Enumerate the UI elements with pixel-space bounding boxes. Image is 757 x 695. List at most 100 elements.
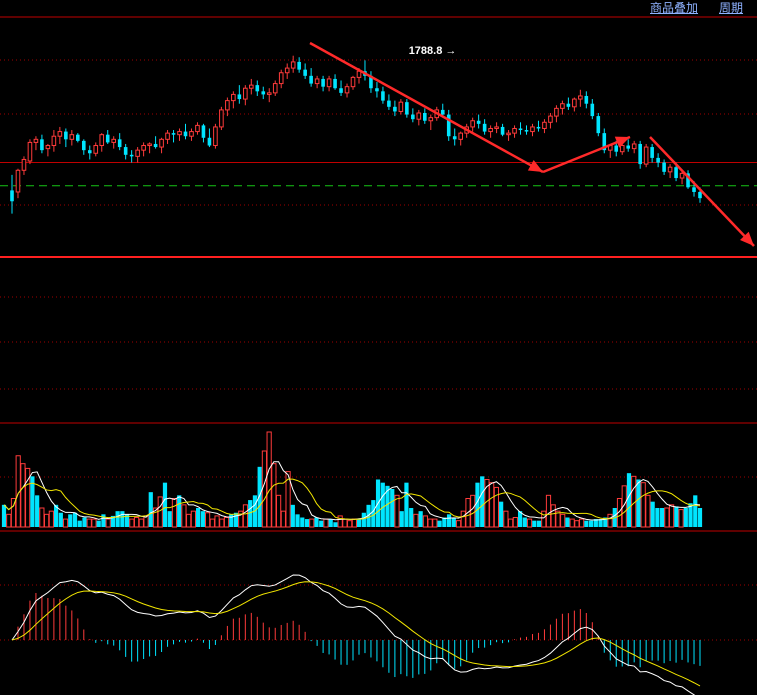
candle-body-up	[27, 141, 33, 162]
volume-bar	[58, 512, 63, 527]
volume-bar	[190, 510, 196, 528]
overlay-commodity-link[interactable]: 商品叠加	[650, 0, 698, 16]
candle-body-up	[494, 126, 499, 129]
volume-bar	[650, 501, 655, 527]
volume-bar	[413, 513, 419, 528]
volume-bar	[645, 494, 651, 528]
volume-ma-short	[3, 461, 701, 521]
volume-bar	[133, 517, 140, 528]
volume-bar	[233, 512, 239, 527]
volume-bar	[333, 522, 338, 527]
volume-bar	[451, 517, 456, 527]
trend-arrow-down-1	[309, 41, 544, 174]
volume-bar	[560, 513, 566, 528]
candle-body-down	[339, 88, 343, 93]
candle-body-up	[458, 132, 463, 140]
candle-body-up	[159, 138, 164, 148]
volume-bar	[314, 517, 319, 527]
volume-bar	[35, 495, 40, 527]
candle-body-up	[506, 132, 511, 136]
volume-bar	[280, 510, 286, 528]
candle-body-up	[15, 169, 21, 193]
candle-body-up	[619, 145, 625, 153]
volume-bar	[655, 508, 660, 527]
volume-bar	[418, 511, 423, 527]
candle-body-down	[183, 131, 188, 137]
candle-body-up	[344, 86, 350, 94]
volume-bar	[640, 482, 646, 528]
candle-body-up	[578, 95, 583, 100]
candle-body-up	[314, 78, 320, 85]
candle-body-up	[141, 145, 146, 151]
candle-body-down	[536, 126, 541, 129]
volume-bar	[678, 509, 684, 528]
candle-body-up	[542, 121, 547, 129]
volume-bar	[86, 518, 92, 528]
volume-bar	[257, 466, 262, 527]
volume-bar	[276, 494, 282, 528]
candle-body-down	[452, 136, 457, 140]
candle-body-down	[237, 94, 242, 100]
volume-bar	[219, 518, 225, 528]
volume-bar	[480, 476, 485, 527]
period-link[interactable]: 周期	[719, 0, 743, 16]
candle-body-up	[488, 127, 493, 133]
candle-body-down	[596, 116, 601, 134]
candle-body-up	[243, 87, 248, 100]
volume-bar	[295, 514, 300, 527]
volume-bar	[129, 518, 135, 528]
volume-bar	[508, 518, 514, 528]
candle-body-up	[290, 61, 296, 69]
candle-body-up	[554, 107, 559, 117]
volume-bar	[351, 518, 357, 528]
candle-body-down	[476, 120, 481, 124]
candle-body-up	[249, 84, 254, 89]
candle-body-up	[428, 117, 434, 122]
candle-body-up	[284, 67, 290, 74]
volume-bar	[422, 515, 428, 528]
volume-bar	[446, 514, 452, 527]
candle-body-down	[393, 106, 397, 112]
volume-bar	[309, 518, 315, 528]
candle-body-down	[153, 143, 158, 148]
trend-arrow-down-2	[649, 136, 755, 247]
volume-bar	[342, 518, 348, 528]
volume-bar	[545, 494, 552, 528]
candle-body-down	[423, 113, 427, 121]
candle-body-up	[51, 135, 57, 147]
volume-bar	[209, 518, 215, 528]
candle-body-up	[33, 138, 39, 143]
candle-body-down	[674, 167, 678, 179]
volume-bar	[489, 482, 495, 528]
candle-body-up	[231, 93, 236, 102]
volume-bar	[266, 431, 272, 528]
candle-body-up	[21, 158, 27, 171]
candle-body-down	[76, 134, 80, 141]
volume-bar	[223, 517, 230, 528]
candle-body-up	[69, 134, 75, 140]
candle-body-up	[165, 132, 170, 140]
volume-bar	[550, 504, 556, 528]
volume-bar	[290, 504, 295, 527]
candle-body-down	[40, 139, 44, 151]
volume-bar	[115, 511, 120, 527]
volume-bar	[361, 512, 366, 527]
candle-body-up	[470, 120, 475, 128]
volume-bar	[96, 520, 101, 527]
candle-body-up	[219, 109, 224, 128]
candle-body-up	[631, 143, 637, 150]
volume-bar	[683, 508, 688, 527]
volume-bar	[72, 512, 78, 527]
candle-body-down	[518, 128, 523, 131]
candle-body-down	[482, 123, 487, 132]
volume-bar	[532, 520, 537, 527]
candle-body-down	[405, 102, 409, 115]
candle-body-down	[692, 187, 696, 192]
volume-bar	[432, 518, 438, 528]
candle-body-down	[171, 133, 176, 135]
candle-body-up	[416, 112, 422, 120]
volume-bar	[475, 482, 480, 527]
candle-body-up	[189, 131, 194, 137]
volume-bar	[148, 492, 153, 527]
volume-bar	[607, 513, 613, 528]
